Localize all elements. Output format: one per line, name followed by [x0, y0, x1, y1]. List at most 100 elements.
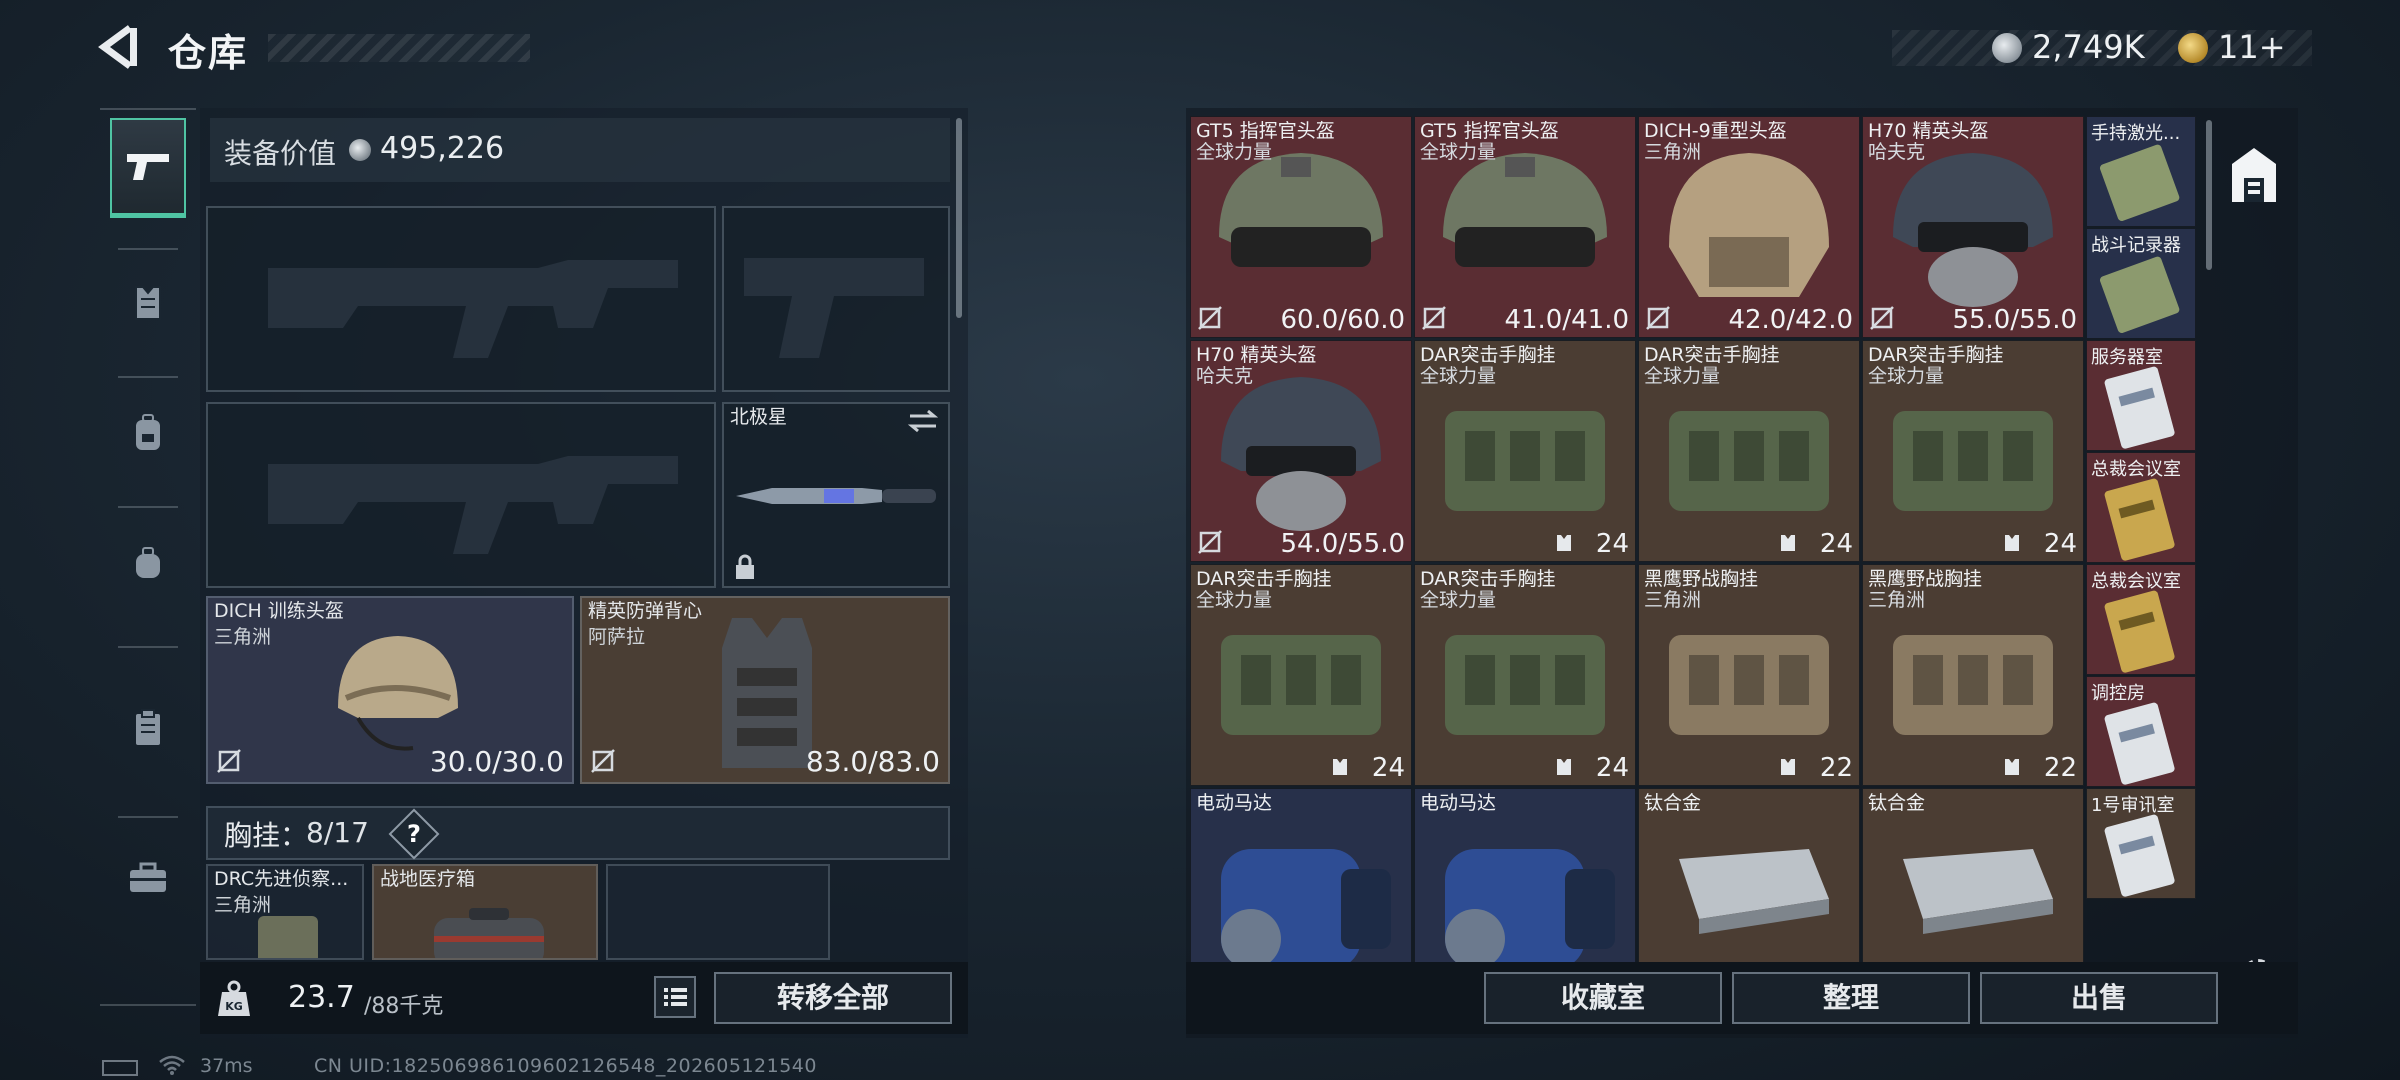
swap-icon[interactable] [906, 408, 940, 434]
warehouse-item[interactable]: 电动马达 [1190, 788, 1412, 962]
transfer-all-button[interactable]: 转移全部 [714, 972, 952, 1024]
item-name: 总裁会议室 [2091, 571, 2181, 592]
item-faction: 全球力量 [1420, 589, 1497, 611]
warehouse-item[interactable]: DAR突击手胸挂 全球力量 24 [1638, 340, 1860, 562]
warehouse-item[interactable]: DICH-9重型头盔 三角洲 42.0/42.0 [1638, 116, 1860, 338]
rig-item-name: DRC先进侦察... [214, 868, 349, 890]
scrollbar[interactable] [956, 118, 962, 318]
warehouse-item[interactable]: GT5 指挥官头盔 全球力量 41.0/41.0 [1414, 116, 1636, 338]
warehouse-small-item[interactable]: 调控房 [2086, 676, 2196, 787]
coin-amount[interactable]: 2,749K [2032, 28, 2145, 66]
warehouse-item[interactable]: H70 精英头盔 哈夫克 55.0/55.0 [1862, 116, 2084, 338]
warehouse-grid[interactable]: GT5 指挥官头盔 全球力量 60.0/60.0 GT5 指挥官头盔 全球力量 41.0/… [1190, 116, 2202, 962]
item-capacity: 22 [2043, 753, 2077, 783]
scrollbar[interactable] [2206, 120, 2212, 270]
ticket-icon [2178, 33, 2208, 63]
item-capacity: 24 [1595, 753, 1629, 783]
collection-room-button[interactable]: 收藏室 [1484, 972, 1722, 1024]
page-title: 仓库 [168, 31, 249, 75]
warehouse-item[interactable]: DAR突击手胸挂 全球力量 24 [1190, 564, 1412, 786]
no-insurance-icon [217, 749, 241, 773]
item-name: H70 精英头盔 [1196, 344, 1317, 366]
warehouse-small-item[interactable]: 1号审讯室 [2086, 788, 2196, 899]
rig-empty-slot[interactable] [606, 864, 830, 960]
helmet-slot[interactable]: DICH 训练头盔 三角洲 30.0/30.0 [206, 596, 574, 784]
nav-case[interactable] [110, 828, 186, 928]
help-icon[interactable]: ? [396, 816, 432, 852]
warehouse-small-item[interactable]: 服务器室 [2086, 340, 2196, 451]
warehouse-small-item[interactable]: 手持激光... [2086, 116, 2196, 227]
no-insurance-icon [1646, 306, 1670, 330]
warehouse-item[interactable]: DAR突击手胸挂 全球力量 24 [1414, 564, 1636, 786]
user-uid: CN UID:18250698610960212654​8_2026051215… [314, 1055, 817, 1077]
item-faction: 全球力量 [1644, 365, 1721, 387]
nav-bag[interactable] [110, 513, 186, 613]
armor-faction: 阿萨拉 [588, 626, 646, 648]
warehouse-item[interactable]: H70 精英头盔 哈夫克 54.0/55.0 [1190, 340, 1412, 562]
warehouse-small-item[interactable]: 总裁会议室 [2086, 564, 2196, 675]
clipboard-icon [136, 709, 160, 745]
nav-weapons[interactable] [110, 118, 186, 218]
item-name: GT5 指挥官头盔 [1196, 120, 1335, 142]
warehouse-item[interactable]: 黑鹰野战胸挂 三角洲 22 [1638, 564, 1860, 786]
count-icon [1557, 759, 1571, 775]
title-decoration [268, 34, 530, 62]
warehouse-item[interactable]: GT5 指挥官头盔 全球力量 60.0/60.0 [1190, 116, 1412, 338]
item-name: DAR突击手胸挂 [1420, 568, 1556, 590]
nav-armor[interactable] [110, 253, 186, 353]
left-nav [100, 108, 196, 1008]
no-insurance-icon [1198, 306, 1222, 330]
organize-button[interactable]: 整理 [1732, 972, 1970, 1024]
count-icon [1781, 535, 1795, 551]
item-capacity: 24 [1595, 529, 1629, 559]
equip-value-label: 装备价值 [224, 137, 337, 170]
pistol-slot[interactable] [722, 206, 950, 392]
no-insurance-icon [591, 749, 615, 773]
melee-name: 北极星 [730, 406, 788, 428]
item-image [1679, 849, 1829, 934]
armor-durability: 83.0/83.0 [805, 745, 940, 778]
count-icon [2005, 759, 2019, 775]
rig-item-slot[interactable]: DRC先进侦察... 三角洲 [206, 864, 364, 960]
nav-pouch[interactable] [110, 678, 186, 778]
list-view-button[interactable] [654, 976, 696, 1018]
armor-slot[interactable]: 精英防弹背心 阿萨拉 83.0/83.0 [580, 596, 950, 784]
warehouse-item[interactable]: DAR突击手胸挂 全球力量 24 [1862, 340, 2084, 562]
warehouse-small-item[interactable]: 总裁会议室 [2086, 452, 2196, 563]
bag-icon [136, 547, 160, 578]
warehouse-small-item[interactable]: 战斗记录器 [2086, 228, 2196, 339]
nav-backpack[interactable] [110, 383, 186, 483]
melee-slot[interactable]: 北极星 [722, 402, 950, 588]
item-capacity: 22 [1819, 753, 1853, 783]
item-capacity: 24 [1371, 753, 1405, 783]
coin-icon [1992, 33, 2022, 63]
back-arrow-icon[interactable] [96, 22, 146, 72]
item-name: 手持激光... [2091, 123, 2181, 144]
item-name: DAR突击手胸挂 [1644, 344, 1780, 366]
item-name: DAR突击手胸挂 [1420, 344, 1556, 366]
warehouse-item[interactable]: 电动马达 [1414, 788, 1636, 962]
chest-rig-count: 8/17 [306, 816, 369, 849]
item-faction: 全球力量 [1196, 589, 1273, 611]
primary-weapon-slot[interactable] [206, 206, 716, 392]
no-insurance-icon [1422, 306, 1446, 330]
item-name: 战斗记录器 [2091, 235, 2181, 256]
secondary-weapon-slot[interactable] [206, 402, 716, 588]
warehouse-item[interactable]: 钛合金 [1862, 788, 2084, 962]
rig-item-slot[interactable]: 战地医疗箱 [372, 864, 598, 960]
warehouse-item[interactable]: 钛合金 [1638, 788, 1860, 962]
item-faction: 哈夫克 [1868, 141, 1926, 163]
item-name: 1号审讯室 [2091, 795, 2175, 816]
item-name: DAR突击手胸挂 [1196, 568, 1332, 590]
warehouse-item[interactable]: DAR突击手胸挂 全球力量 24 [1414, 340, 1636, 562]
ticket-amount[interactable]: 11+ [2218, 28, 2286, 66]
warehouse-item[interactable]: 黑鹰野战胸挂 三角洲 22 [1862, 564, 2084, 786]
storage-icon[interactable] [2224, 134, 2284, 224]
item-capacity: 24 [2043, 529, 2077, 559]
item-name: H70 精英头盔 [1868, 120, 1989, 142]
svg-text:KG: KG [225, 1000, 243, 1013]
sell-button[interactable]: 出售 [1980, 972, 2218, 1024]
pistol-silhouette-icon [744, 258, 924, 358]
item-name: 总裁会议室 [2091, 459, 2181, 480]
item-faction: 全球力量 [1420, 141, 1497, 163]
